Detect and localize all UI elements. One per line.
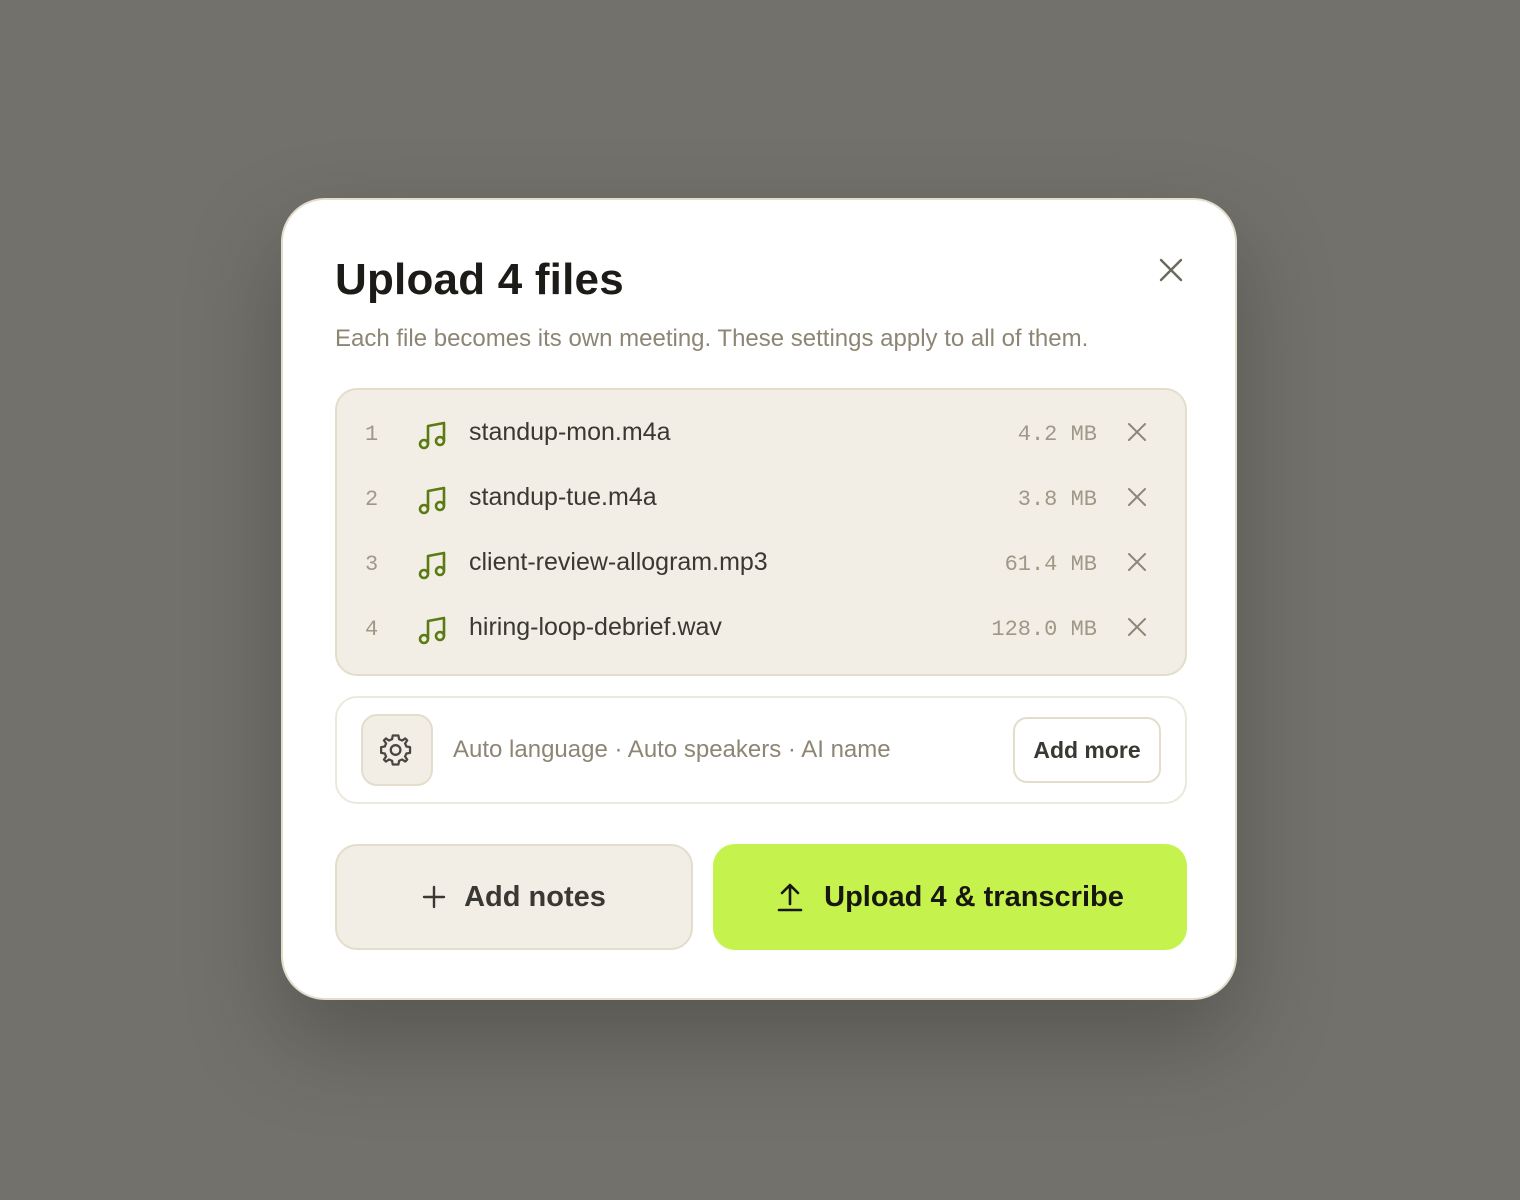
file-row: 2 standup-tue.m4a 3.8 MB <box>337 467 1185 532</box>
upload-dialog: Upload 4 files Each file becomes its own… <box>281 198 1237 1000</box>
music-note-icon <box>418 551 446 580</box>
close-button[interactable] <box>1153 252 1189 288</box>
close-icon <box>1159 258 1183 282</box>
file-name: standup-tue.m4a <box>469 483 657 511</box>
file-row: 3 client-review-allogram.mp3 61.4 MB <box>337 532 1185 597</box>
music-note-icon <box>418 616 446 645</box>
file-index: 4 <box>365 617 379 642</box>
settings-bar: Auto language · Auto speakers · AI name … <box>335 696 1187 804</box>
file-name: client-review-allogram.mp3 <box>469 548 768 576</box>
music-note-icon <box>418 421 446 450</box>
file-size: 4.2 MB <box>1017 422 1097 447</box>
remove-file-icon[interactable] <box>1125 420 1149 444</box>
music-note-icon <box>418 486 446 515</box>
add-more-button[interactable]: Add more <box>1013 717 1161 783</box>
settings-button[interactable] <box>361 714 433 786</box>
remove-file-icon[interactable] <box>1125 485 1149 509</box>
file-size: 3.8 MB <box>1017 487 1097 512</box>
file-size: 61.4 MB <box>1004 552 1097 577</box>
settings-summary: Auto language · Auto speakers · AI name <box>453 736 891 763</box>
file-name: standup-mon.m4a <box>469 418 671 446</box>
file-size: 128.0 MB <box>991 617 1097 642</box>
file-row: 4 hiring-loop-debrief.wav 128.0 MB <box>337 597 1185 662</box>
file-row: 1 standup-mon.m4a 4.2 MB <box>337 402 1185 467</box>
file-index: 1 <box>365 422 379 447</box>
file-index: 2 <box>365 487 379 512</box>
file-list: 1 standup-mon.m4a 4.2 MB 2 standup-tue.m… <box>335 388 1187 676</box>
upload-label: Upload 4 & transcribe <box>824 880 1124 913</box>
add-notes-button[interactable]: Add notes <box>335 844 693 950</box>
remove-file-icon[interactable] <box>1125 615 1149 639</box>
dialog-subtitle: Each file becomes its own meeting. These… <box>335 325 1089 352</box>
dialog-title: Upload 4 files <box>335 255 624 304</box>
remove-file-icon[interactable] <box>1125 550 1149 574</box>
file-index: 3 <box>365 552 379 577</box>
file-name: hiring-loop-debrief.wav <box>469 613 722 641</box>
gear-icon <box>380 734 412 766</box>
upload-transcribe-button[interactable]: Upload 4 & transcribe <box>713 844 1187 950</box>
upload-icon <box>777 883 803 912</box>
add-notes-label: Add notes <box>464 880 606 913</box>
plus-icon <box>422 885 446 909</box>
